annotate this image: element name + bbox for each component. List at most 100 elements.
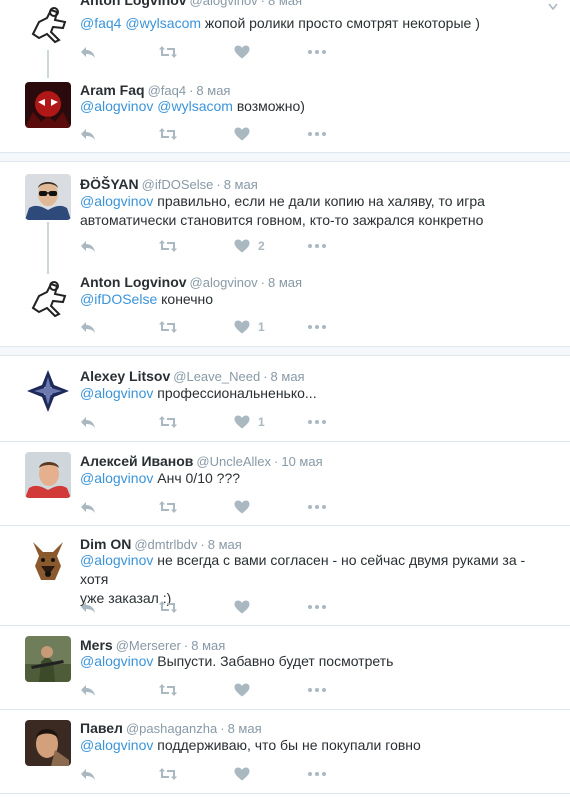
mention-link[interactable]: @alogvinov xyxy=(80,470,153,486)
user-name[interactable]: Aram Faq xyxy=(80,82,145,98)
user-name[interactable]: Mers xyxy=(80,637,113,653)
reply-button[interactable] xyxy=(80,318,96,336)
mention-link[interactable]: @alogvinov xyxy=(80,193,153,209)
tweet-date[interactable]: 8 мая xyxy=(196,83,230,98)
mention-link[interactable]: @alogvinov xyxy=(80,737,153,753)
tweet-date[interactable]: 8 мая xyxy=(268,275,302,290)
tweet-date[interactable]: 8 мая xyxy=(268,0,302,8)
mention-link[interactable]: @alogvinov xyxy=(80,385,153,401)
mention-link[interactable]: @ifDOSelse xyxy=(80,291,157,307)
tweet-date[interactable]: 8 мая xyxy=(208,537,242,552)
screen-name[interactable]: @alogvinov xyxy=(190,275,258,290)
avatar[interactable] xyxy=(25,0,71,46)
more-button[interactable] xyxy=(308,765,326,783)
tweet-date[interactable]: 8 мая xyxy=(271,369,305,384)
tweet[interactable]: Aram Faq @faq4 · 8 мая @alogvinov @wylsacom… xyxy=(0,74,570,160)
avatar[interactable] xyxy=(25,274,71,320)
tweet-header: Anton Logvinov @alogvinov · 8 мая xyxy=(80,0,302,9)
reply-button[interactable] xyxy=(80,598,96,616)
avatar[interactable] xyxy=(25,536,71,582)
screen-name[interactable]: @UncleAllex xyxy=(196,454,271,469)
tweet[interactable]: Dim ON @dmtrlbdv · 8 мая @alogvinov не всег… xyxy=(0,526,570,626)
retweet-icon xyxy=(159,501,177,513)
more-button[interactable] xyxy=(308,598,326,616)
retweet-button[interactable] xyxy=(158,43,178,61)
user-name[interactable]: Anton Logvinov xyxy=(80,0,187,8)
tweet[interactable]: Павел @pashaganzha · 8 мая @alogvinov подде… xyxy=(0,710,570,794)
like-button[interactable] xyxy=(234,498,258,516)
tweet[interactable]: Mers @Merserer · 8 мая @alogvinov Выпусти. … xyxy=(0,626,570,710)
mention-link[interactable]: @wylsacom xyxy=(157,98,233,114)
retweet-button[interactable] xyxy=(158,125,178,143)
avatar[interactable] xyxy=(25,174,71,220)
screen-name[interactable]: @pashaganzha xyxy=(126,721,217,736)
retweet-button[interactable] xyxy=(158,681,178,699)
more-button[interactable] xyxy=(308,43,326,61)
user-name[interactable]: Anton Logvinov xyxy=(80,274,187,290)
tweet[interactable]: Anton Logvinov @alogvinov · 8 мая @ifDOSels… xyxy=(0,266,570,352)
reply-button[interactable] xyxy=(80,681,96,699)
reply-button[interactable] xyxy=(80,237,96,255)
avatar[interactable] xyxy=(25,82,71,128)
reply-button[interactable] xyxy=(80,43,96,61)
tweet[interactable]: Alexey Litsov @Leave_Need · 8 мая @alogvino… xyxy=(0,358,570,442)
tweet-text: @alogvinov Анч 0/10 ??? xyxy=(80,470,241,486)
tweet-text: @alogvinov правильно, если не дали копию… xyxy=(80,193,485,228)
avatar[interactable] xyxy=(25,368,71,414)
retweet-button[interactable] xyxy=(158,498,178,516)
more-button[interactable] xyxy=(308,318,326,336)
screen-name[interactable]: @ifDOSelse xyxy=(142,177,214,192)
tweet-date[interactable]: 8 мая xyxy=(228,721,262,736)
heart-icon xyxy=(234,683,250,697)
more-button[interactable] xyxy=(308,237,326,255)
retweet-icon xyxy=(159,240,177,252)
user-name[interactable]: Алексей Иванов xyxy=(80,453,193,469)
reply-icon xyxy=(81,769,95,780)
avatar[interactable] xyxy=(25,636,71,682)
reply-button[interactable] xyxy=(80,413,96,431)
user-name[interactable]: ÐÖŠYAN xyxy=(80,176,139,192)
more-icon xyxy=(308,605,326,609)
user-name[interactable]: Павел xyxy=(80,720,123,736)
more-button[interactable] xyxy=(308,125,326,143)
screen-name[interactable]: @Leave_Need xyxy=(173,369,260,384)
like-button[interactable] xyxy=(234,43,258,61)
mention-link[interactable]: @alogvinov xyxy=(80,653,153,669)
like-button[interactable] xyxy=(234,681,258,699)
tweet[interactable]: Anton Logvinov @alogvinov · 8 мая @faq4 @wy… xyxy=(0,0,570,78)
like-button[interactable]: 2 xyxy=(234,237,265,255)
user-name[interactable]: Alexey Litsov xyxy=(80,368,170,384)
tweet-date[interactable]: 8 мая xyxy=(191,638,225,653)
user-name[interactable]: Dim ON xyxy=(80,536,131,552)
reply-button[interactable] xyxy=(80,498,96,516)
like-button[interactable]: 1 xyxy=(234,413,265,431)
avatar[interactable] xyxy=(25,452,71,498)
avatar[interactable] xyxy=(25,720,71,766)
tweet-date[interactable]: 10 мая xyxy=(281,454,322,469)
retweet-button[interactable] xyxy=(158,237,178,255)
more-button[interactable] xyxy=(308,498,326,516)
retweet-button[interactable] xyxy=(158,598,178,616)
screen-name[interactable]: @Merserer xyxy=(116,638,181,653)
tweet[interactable]: ÐÖŠYAN @ifDOSelse · 8 мая @alogvinov правил… xyxy=(0,168,570,260)
like-button[interactable] xyxy=(234,125,258,143)
mention-link[interactable]: @alogvinov xyxy=(80,98,153,114)
like-button[interactable]: 1 xyxy=(234,318,265,336)
mention-link[interactable]: @wylsacom xyxy=(125,15,201,31)
reply-button[interactable] xyxy=(80,765,96,783)
mention-link[interactable]: @faq4 xyxy=(80,15,121,31)
more-button[interactable] xyxy=(308,681,326,699)
mention-link[interactable]: @alogvinov xyxy=(80,552,153,568)
retweet-button[interactable] xyxy=(158,765,178,783)
tweet[interactable]: Алексей Иванов @UncleAllex · 10 мая @alogvi… xyxy=(0,442,570,526)
retweet-button[interactable] xyxy=(158,413,178,431)
screen-name[interactable]: @dmtrlbdv xyxy=(134,537,197,552)
like-button[interactable] xyxy=(234,765,258,783)
retweet-button[interactable] xyxy=(158,318,178,336)
like-button[interactable] xyxy=(234,598,258,616)
more-button[interactable] xyxy=(308,413,326,431)
screen-name[interactable]: @alogvinov xyxy=(190,0,258,8)
reply-button[interactable] xyxy=(80,125,96,143)
screen-name[interactable]: @faq4 xyxy=(148,83,187,98)
tweet-date[interactable]: 8 мая xyxy=(224,177,258,192)
